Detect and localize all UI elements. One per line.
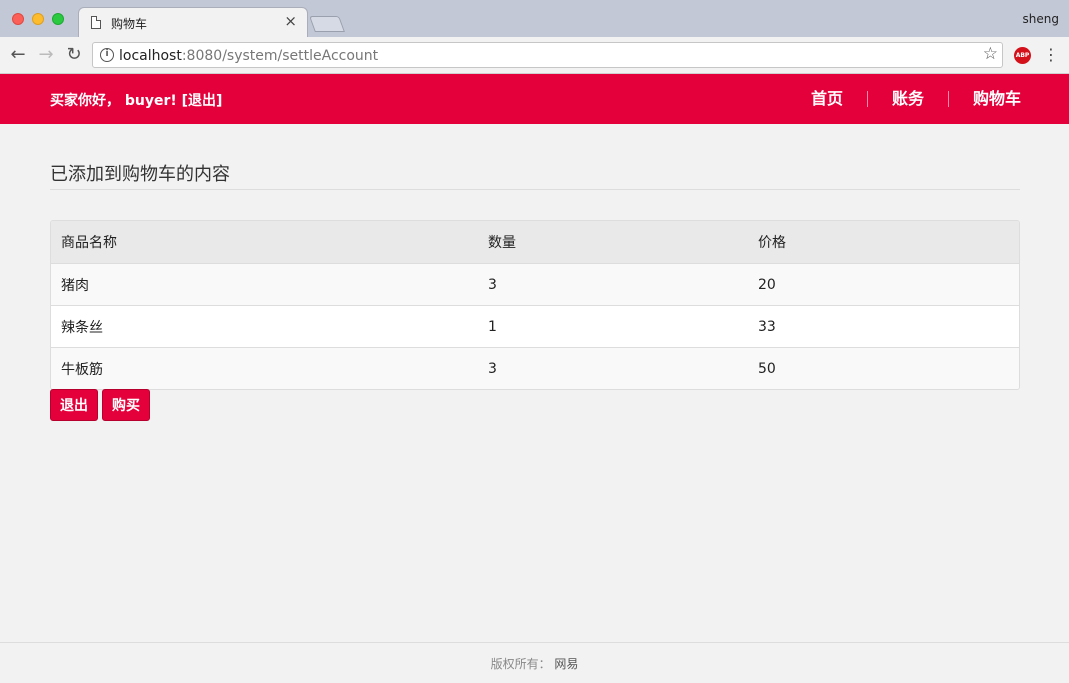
window-close-button[interactable] <box>12 13 24 25</box>
window-minimize-button[interactable] <box>32 13 44 25</box>
reload-icon[interactable]: ↻ <box>62 43 86 67</box>
tab-title: 购物车 <box>111 17 148 31</box>
url-path: :8080/system/settleAccount <box>181 48 379 64</box>
product-qty: 3 <box>488 276 497 293</box>
info-icon[interactable]: i <box>100 48 114 62</box>
nav-home-link[interactable]: 首页 <box>787 91 867 107</box>
product-qty: 3 <box>488 360 497 377</box>
column-header-name: 商品名称 <box>61 235 117 251</box>
product-name: 猪肉 <box>61 277 89 294</box>
copyright-owner: 网易 <box>554 657 579 671</box>
product-name: 牛板筋 <box>61 361 103 378</box>
browser-tabbar: 购物车 × sheng <box>0 0 1069 37</box>
copyright-label: 版权所有： <box>490 657 551 671</box>
product-price: 33 <box>758 318 776 335</box>
adblock-icon[interactable]: ABP <box>1014 47 1031 64</box>
address-bar[interactable]: i localhost:8080/system/settleAccount ☆ <box>92 42 1003 68</box>
cart-table: 商品名称 数量 价格 猪肉 3 20 辣条丝 1 33 牛板筋 3 50 <box>50 220 1020 390</box>
product-qty: 1 <box>488 318 497 335</box>
document-icon <box>91 16 101 29</box>
table-row: 牛板筋 3 50 <box>51 347 1019 389</box>
column-header-price: 价格 <box>758 235 786 251</box>
site-header: 买家你好， buyer! [退出] 首页 账务 购物车 <box>0 74 1069 124</box>
user-greeting[interactable]: 买家你好， buyer! [退出] <box>50 90 222 110</box>
page-title: 已添加到购物车的内容 <box>50 160 1020 190</box>
table-row: 辣条丝 1 33 <box>51 305 1019 347</box>
browser-toolbar: ← → ↻ i localhost:8080/system/settleAcco… <box>0 37 1069 74</box>
url-text[interactable]: localhost:8080/system/settleAccount <box>119 48 378 64</box>
back-arrow-icon[interactable]: ← <box>6 43 30 67</box>
nav-account-link[interactable]: 账务 <box>866 91 948 107</box>
table-row: 猪肉 3 20 <box>51 263 1019 305</box>
product-name: 辣条丝 <box>61 319 103 336</box>
new-tab-button[interactable] <box>309 16 345 32</box>
bookmark-star-icon[interactable]: ☆ <box>983 44 998 64</box>
forward-arrow-icon[interactable]: → <box>34 43 58 67</box>
url-host: localhost <box>119 48 182 64</box>
tab-close-icon[interactable]: × <box>284 12 297 30</box>
column-header-qty: 数量 <box>488 235 516 251</box>
profile-name[interactable]: sheng <box>1023 12 1059 26</box>
site-nav: 首页 账务 购物车 <box>787 74 1021 124</box>
browser-tab[interactable]: 购物车 × <box>78 7 308 37</box>
buy-button[interactable]: 购买 <box>102 389 150 421</box>
product-price: 20 <box>758 276 776 293</box>
product-price: 50 <box>758 360 776 377</box>
window-maximize-button[interactable] <box>52 13 64 25</box>
logout-button[interactable]: 退出 <box>50 389 98 421</box>
table-header-row: 商品名称 数量 价格 <box>51 221 1019 263</box>
browser-menu-icon[interactable]: ⋮ <box>1043 43 1059 67</box>
nav-cart-link[interactable]: 购物车 <box>947 91 1021 107</box>
footer: 版权所有： 网易 <box>0 642 1069 683</box>
cart-actions: 退出 购买 <box>50 389 150 421</box>
